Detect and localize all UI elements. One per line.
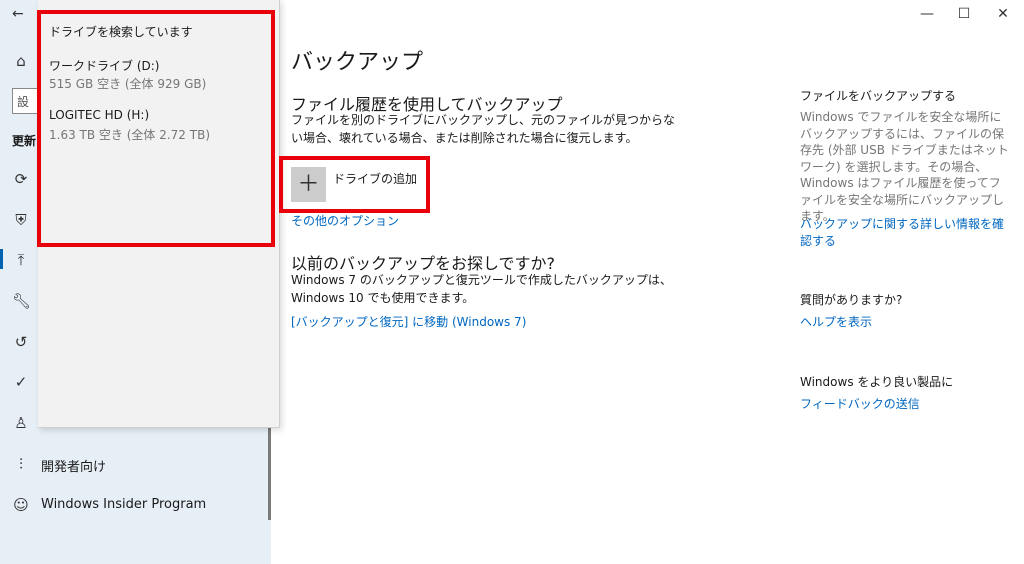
section-description: Windows 7 のバックアップと復元ツールで作成したバックアップは、Wind… <box>291 273 672 305</box>
sidebar-item-insider[interactable]: Windows Insider Program <box>41 497 206 512</box>
shield-icon[interactable]: ⛨ <box>12 211 30 229</box>
find-device-icon[interactable]: ♙ <box>12 414 30 432</box>
more-options-link[interactable]: その他のオプション <box>291 212 399 229</box>
recovery-icon[interactable]: ↺ <box>12 333 30 351</box>
help-link[interactable]: ヘルプを表示 <box>800 314 1010 331</box>
related-title: 質問がありますか? <box>800 293 903 307</box>
feedback-link[interactable]: フィードバックの送信 <box>800 396 1010 413</box>
insider-cat-icon: ☺ <box>13 496 29 514</box>
nav-selection-indicator <box>0 249 3 269</box>
wrench-icon[interactable]: 🔧︎ <box>12 292 31 310</box>
section-description: ファイルを別のドライブにバックアップし、元のファイルが見つからない場合、壊れてい… <box>291 113 676 145</box>
highlight-box-flyout <box>37 10 275 247</box>
highlight-box-add-drive <box>279 156 430 213</box>
sync-icon[interactable]: ⟳ <box>12 170 30 188</box>
minimize-icon[interactable]: — <box>917 6 937 22</box>
home-icon[interactable]: ⌂ <box>12 52 30 70</box>
backup-restore-link[interactable]: [バックアップと復元] に移動 (Windows 7) <box>291 313 526 330</box>
related-title: ファイルをバックアップする <box>800 89 957 103</box>
related-title: Windows をより良い製品に <box>800 375 954 389</box>
nav-section-title: 更新 <box>12 134 37 148</box>
maximize-icon[interactable]: ☐ <box>954 6 974 22</box>
activation-check-icon[interactable]: ✓ <box>12 373 30 391</box>
sidebar-item-developer[interactable]: 開発者向け <box>41 456 106 475</box>
page-title: バックアップ <box>291 50 424 75</box>
developer-icon: ⫶ <box>19 455 23 473</box>
related-description: Windows でファイルを安全な場所にバックアップするには、ファイルの保存先 … <box>800 110 1009 223</box>
backup-icon[interactable]: ⤒ <box>12 251 30 269</box>
close-icon[interactable]: ✕ <box>993 6 1013 22</box>
backup-info-link[interactable]: バックアップに関する詳しい情報を確認する <box>800 216 1010 249</box>
back-arrow-icon[interactable]: ← <box>12 6 24 22</box>
